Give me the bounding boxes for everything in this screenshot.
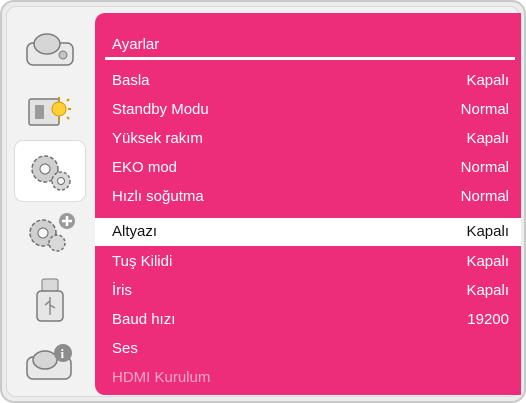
row-value: Normal <box>460 188 509 205</box>
settings-panel: Ayarlar Basla Kapalı Standby Modu Normal… <box>95 13 521 395</box>
sidebar-item-expanded-settings[interactable] <box>15 203 85 263</box>
row-value: Normal <box>460 159 509 176</box>
row-label: EKO mod <box>112 159 178 176</box>
expanded-settings-icon <box>29 213 75 252</box>
usb-icon <box>36 278 64 322</box>
category-sidebar: i <box>7 7 91 396</box>
menu-row-tus-kilidi[interactable]: Tuş Kilidi Kapalı <box>95 248 521 276</box>
menu-frame: i Ayarlar Basla Kapalı Standby Modu Norm… <box>0 0 526 403</box>
row-value: Kapalı <box>466 72 509 89</box>
row-label: Tuş Kilidi <box>112 253 173 270</box>
row-label: İris <box>112 282 132 299</box>
row-label: Ses <box>112 340 138 357</box>
info-icon: i <box>26 344 72 380</box>
panel-title: Ayarlar <box>112 36 160 53</box>
sidebar-item-settings[interactable] <box>15 141 85 201</box>
menu-row-baud-hizi[interactable]: Baud hızı 19200 <box>95 306 521 334</box>
menu-row-altyazi[interactable]: Altyazı Kapalı <box>95 218 521 246</box>
sidebar-item-usb[interactable] <box>15 269 85 329</box>
menu-row-standby-modu[interactable]: Standby Modu Normal <box>95 96 521 124</box>
row-label: Yüksek rakım <box>112 130 203 147</box>
row-label: Baud hızı <box>112 311 176 328</box>
title-divider <box>105 57 515 60</box>
row-value: Kapalı <box>466 282 509 299</box>
sidebar-item-projector[interactable] <box>15 21 85 81</box>
svg-text:i: i <box>61 346 65 361</box>
menu-row-basla[interactable]: Basla Kapalı <box>95 67 521 95</box>
sidebar-item-picture[interactable] <box>15 83 85 143</box>
row-label: HDMI Kurulum <box>112 369 211 386</box>
projector-icon <box>26 33 74 66</box>
menu-window: i Ayarlar Basla Kapalı Standby Modu Norm… <box>6 6 521 397</box>
menu-row-eko-mod[interactable]: EKO mod Normal <box>95 154 521 182</box>
menu-row-ses[interactable]: Ses <box>95 335 521 363</box>
menu-row-iris[interactable]: İris Kapalı <box>95 277 521 305</box>
picture-settings-icon <box>28 97 71 126</box>
sidebar-item-info[interactable]: i <box>15 333 85 393</box>
menu-row-hizli-sogutma[interactable]: Hızlı soğutma Normal <box>95 183 521 211</box>
row-label: Basla <box>112 72 150 89</box>
row-value: Kapalı <box>466 253 509 270</box>
row-label: Altyazı <box>112 223 158 240</box>
settings-gears-icon <box>31 155 71 191</box>
row-value: Normal <box>460 101 509 118</box>
row-value: Kapalı <box>466 223 509 240</box>
row-value: 19200 <box>467 311 509 328</box>
row-label: Standby Modu <box>112 101 209 118</box>
row-value: Kapalı <box>466 130 509 147</box>
menu-row-yuksek-rakim[interactable]: Yüksek rakım Kapalı <box>95 125 521 153</box>
row-label: Hızlı soğutma <box>112 188 204 205</box>
menu-row-hdmi-kurulum: HDMI Kurulum <box>95 364 521 392</box>
